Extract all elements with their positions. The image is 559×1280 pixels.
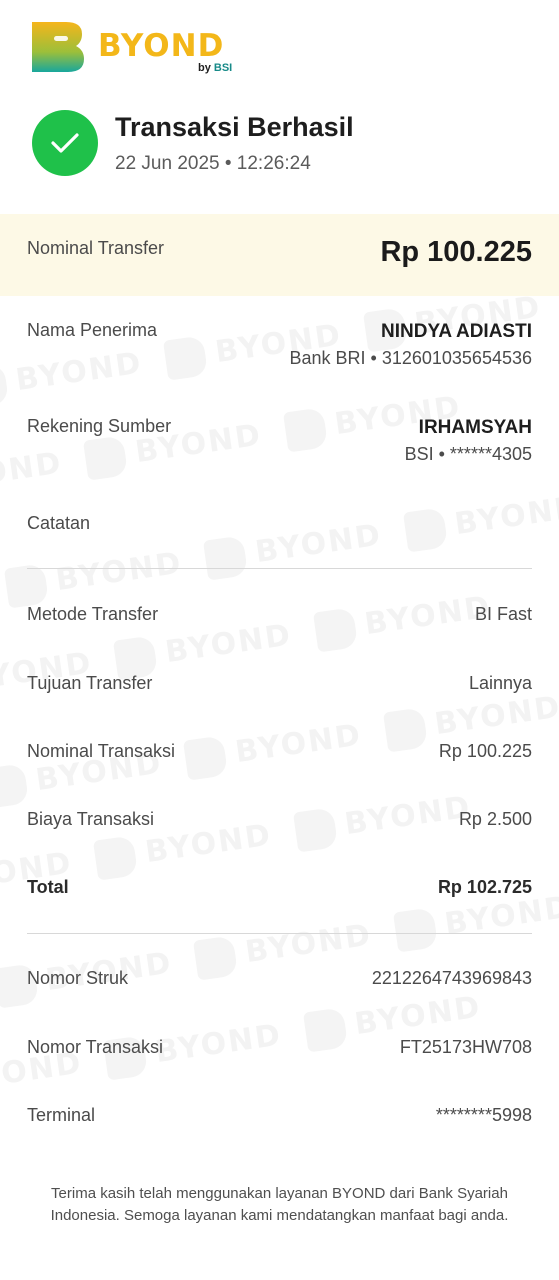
detail-value: Rp 2.500 <box>458 809 532 829</box>
source-name: IRHAMSYAH <box>418 417 532 438</box>
detail-label: Nominal Transaksi <box>27 741 176 761</box>
thank-you-footer: Terima kasih telah menggunakan layanan B… <box>50 1185 509 1224</box>
detail-label: Tujuan Transfer <box>27 673 153 693</box>
brand-byline: by BSI <box>198 62 233 74</box>
reference-label: Nomor Transaksi <box>27 1037 164 1057</box>
note-label: Catatan <box>27 513 91 533</box>
transaction-datetime: 22 Jun 2025 • 12:26:24 <box>115 153 311 174</box>
brand-name: BYOND <box>98 28 225 64</box>
detail-value: Rp 100.225 <box>438 741 532 761</box>
recipient-account: Bank BRI • 312601035654536 <box>289 348 533 368</box>
total-value: Rp 102.725 <box>437 877 532 897</box>
nominal-value: Rp 100.225 <box>380 236 532 268</box>
recipient-name: NINDYA ADIASTI <box>381 321 532 342</box>
reference-label: Nomor Struk <box>27 968 129 988</box>
byond-logo-icon <box>32 22 84 72</box>
detail-value: Lainnya <box>468 673 532 693</box>
nominal-label: Nominal Transfer <box>27 238 165 258</box>
status-title: Transaksi Berhasil <box>115 112 354 142</box>
recipient-label: Nama Penerima <box>27 320 158 340</box>
detail-label: Biaya Transaksi <box>27 809 155 829</box>
total-label: Total <box>27 877 69 897</box>
byond-logo: BYOND by BSI <box>32 22 242 82</box>
source-account: BSI • ******4305 <box>404 444 532 464</box>
reference-value: FT25173HW708 <box>399 1037 532 1057</box>
detail-label: Metode Transfer <box>27 604 159 624</box>
reference-label: Terminal <box>27 1105 96 1125</box>
source-label: Rekening Sumber <box>27 416 172 436</box>
divider <box>27 933 532 934</box>
reference-value: 2212264743969843 <box>371 968 532 988</box>
reference-value: ********5998 <box>435 1105 532 1125</box>
success-check-icon <box>32 110 98 176</box>
divider <box>27 568 532 569</box>
detail-value: BI Fast <box>474 604 532 624</box>
